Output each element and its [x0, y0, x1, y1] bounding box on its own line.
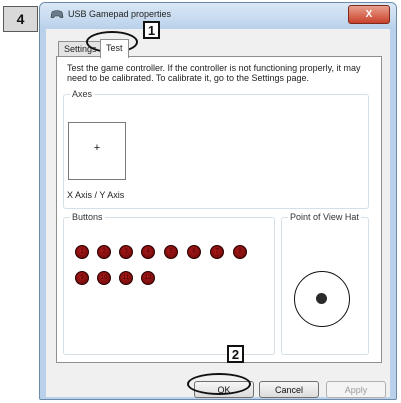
xy-axis-display: +	[68, 122, 126, 180]
close-button[interactable]: X	[348, 5, 390, 24]
button-number: 8	[238, 249, 242, 255]
button-number: 11	[122, 275, 130, 281]
button-indicator: 6	[187, 245, 201, 259]
button-indicator: 2	[97, 245, 111, 259]
button-number: 3	[124, 249, 128, 255]
button-number: 4	[146, 249, 150, 255]
button-number: 12	[144, 275, 152, 281]
test-panel: Test the game controller. If the control…	[56, 56, 382, 363]
axes-caption: X Axis / Y Axis	[67, 190, 125, 200]
step-1-number: 1	[147, 22, 156, 38]
step-1-label: 1	[143, 21, 160, 39]
pov-hat-center-indicator	[316, 293, 327, 304]
button-indicator: 4	[141, 245, 155, 259]
apply-button[interactable]: Apply	[326, 381, 386, 398]
button-indicator: 7	[210, 245, 224, 259]
title-bar: USB Gamepad properties X	[40, 3, 396, 27]
pov-hat-label: Point of View Hat	[288, 212, 361, 222]
step-badge: 4	[3, 6, 38, 32]
button-number: 10	[100, 275, 108, 281]
button-number: 7	[215, 249, 219, 255]
button-number: 5	[169, 249, 173, 255]
cancel-button[interactable]: Cancel	[259, 381, 319, 398]
window-title: USB Gamepad properties	[68, 9, 172, 19]
button-number: 1	[80, 249, 84, 255]
pov-hat-display	[294, 271, 350, 327]
close-icon: X	[365, 9, 373, 20]
step-2-number: 2	[231, 346, 240, 362]
button-indicator: 10	[97, 271, 111, 285]
buttons-group: Buttons 1 2 3 4 5 6 7 8 9 10 11 12	[63, 212, 275, 355]
gamepad-icon	[50, 10, 64, 19]
test-description: Test the game controller. If the control…	[67, 63, 361, 83]
button-indicator: 1	[75, 245, 89, 259]
button-indicator: 5	[164, 245, 178, 259]
button-number: 9	[80, 275, 84, 281]
properties-window: USB Gamepad properties X Settings Test T…	[39, 2, 397, 400]
button-indicator: 9	[75, 271, 89, 285]
pov-hat-group: Point of View Hat	[281, 212, 369, 355]
axes-group: Axes + X Axis / Y Axis	[63, 89, 369, 209]
axes-group-label: Axes	[70, 89, 95, 99]
step-badge-number: 4	[16, 11, 25, 27]
button-indicator: 3	[119, 245, 133, 259]
axis-crosshair-icon: +	[93, 142, 101, 154]
buttons-group-label: Buttons	[70, 212, 105, 222]
tab-test[interactable]: Test	[100, 39, 129, 58]
step-2-label: 2	[227, 345, 244, 363]
button-indicator: 11	[119, 271, 133, 285]
button-indicator: 12	[141, 271, 155, 285]
window-client: Settings Test Test the game controller. …	[46, 29, 390, 398]
button-number: 6	[192, 249, 196, 255]
button-indicator: 8	[233, 245, 247, 259]
button-number: 2	[102, 249, 106, 255]
ok-button-highlight	[187, 373, 251, 395]
